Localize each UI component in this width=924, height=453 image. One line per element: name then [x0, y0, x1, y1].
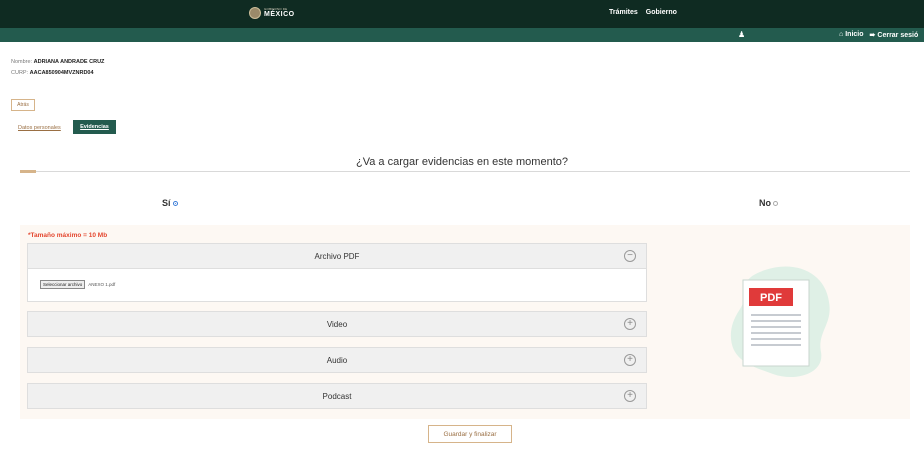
doc-line: [751, 326, 801, 328]
doc-line: [751, 344, 801, 346]
pdf-badge-label: PDF: [760, 292, 782, 304]
accordion-title: Video: [326, 319, 348, 329]
plus-circle-icon[interactable]: +: [624, 390, 636, 402]
name-value: ADRIANA ANDRADE CRUZ: [33, 59, 105, 65]
option-no[interactable]: No: [759, 198, 778, 208]
accordion-video[interactable]: Video +: [27, 311, 647, 337]
accordion-title: Podcast: [322, 391, 352, 401]
curp-value: AACA850904MVZNRD04: [29, 70, 94, 76]
back-button[interactable]: Atrás: [11, 99, 35, 111]
page: GOBIERNO DE MÉXICO Trámites Gobierno ♟ ⌂…: [0, 0, 924, 453]
doc-line: [751, 314, 801, 316]
home-link-label: Inicio: [845, 31, 864, 38]
option-si-radio[interactable]: [172, 200, 178, 206]
accordion-podcast[interactable]: Podcast +: [27, 383, 647, 409]
logout-link[interactable]: ➠ Cerrar sesió: [870, 31, 919, 39]
curp-label: CURP:: [11, 70, 29, 76]
sub-nav: ⌂ Inicio ➠ Cerrar sesió: [839, 31, 918, 39]
accordion-audio[interactable]: Audio +: [27, 347, 647, 373]
logo-big-text: MÉXICO: [264, 11, 295, 18]
option-no-radio[interactable]: [773, 200, 778, 206]
evidence-question: ¿Va a cargar evidencias en este momento?: [356, 156, 568, 168]
divider: [20, 171, 910, 172]
accordion-title: Archivo PDF: [314, 251, 360, 261]
coat-of-arms-icon: [249, 7, 261, 19]
user-icon[interactable]: ♟: [738, 30, 745, 39]
file-input[interactable]: Seleccionar archivo ANEXO 1.pdf: [40, 280, 115, 289]
home-link[interactable]: ⌂ Inicio: [839, 31, 864, 39]
doc-line: [751, 332, 801, 334]
select-file-button[interactable]: Seleccionar archivo: [40, 280, 86, 289]
plus-circle-icon[interactable]: +: [624, 318, 636, 330]
tab-datos-personales[interactable]: Datos personales: [18, 125, 61, 131]
doc-line: [751, 338, 801, 340]
pdf-illustration: PDF: [730, 266, 830, 378]
accordion-title: Audio: [326, 355, 348, 365]
max-size-notice: *Tamaño máximo = 10 Mb: [28, 232, 108, 239]
name-label: Nombre:: [11, 59, 33, 65]
accordion-archivo-pdf-body: Seleccionar archivo ANEXO 1.pdf: [27, 269, 647, 302]
logout-icon: ➠: [869, 32, 876, 39]
sub-header: [0, 28, 924, 42]
plus-circle-icon[interactable]: +: [624, 354, 636, 366]
save-finish-button[interactable]: Guardar y finalizar: [428, 425, 512, 443]
accordion-archivo-pdf[interactable]: Archivo PDF −: [27, 243, 647, 269]
tab-evidencias[interactable]: Evidencias: [73, 120, 116, 134]
option-si-label: Sí: [162, 198, 171, 208]
option-si[interactable]: Sí: [162, 198, 178, 208]
user-curp-line: CURP: AACA850904MVZNRD04: [11, 70, 94, 76]
top-header: GOBIERNO DE MÉXICO Trámites Gobierno: [0, 0, 924, 28]
top-nav: Trámites Gobierno: [609, 9, 677, 16]
minus-circle-icon[interactable]: −: [624, 250, 636, 262]
doc-line: [751, 320, 801, 322]
selected-file-name: ANEXO 1.pdf: [88, 282, 116, 287]
option-no-label: No: [759, 198, 771, 208]
nav-gobierno[interactable]: Gobierno: [646, 9, 677, 16]
logout-link-label: Cerrar sesió: [877, 32, 919, 39]
nav-tramites[interactable]: Trámites: [609, 9, 638, 16]
gobierno-mexico-logo[interactable]: GOBIERNO DE MÉXICO: [249, 7, 295, 19]
user-name-line: Nombre: ADRIANA ANDRADE CRUZ: [11, 59, 104, 65]
divider-accent: [20, 170, 36, 173]
home-icon: ⌂: [839, 31, 844, 38]
